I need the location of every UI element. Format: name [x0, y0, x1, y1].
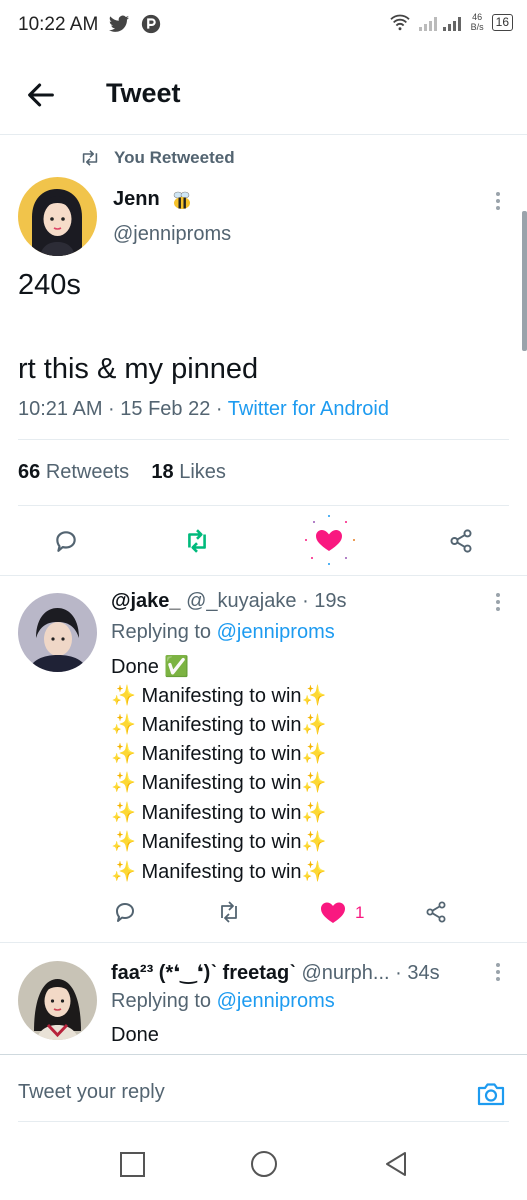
retweet-icon[interactable]: [217, 900, 241, 924]
like-heart-icon-active[interactable]: [320, 901, 346, 925]
divider: [0, 942, 527, 943]
reply-time: · 19s: [302, 590, 347, 612]
like-count: 1: [355, 903, 365, 922]
bee-emoji-icon: [173, 191, 190, 209]
reply-text-line: Done: [111, 1024, 159, 1046]
more-options-icon[interactable]: [494, 592, 502, 612]
tweet-client-link[interactable]: Twitter for Android: [228, 398, 389, 420]
signal-strength-icon: [418, 17, 461, 31]
replying-to: Replying to @jenniproms: [111, 621, 335, 643]
reply-input[interactable]: Tweet your reply: [18, 1081, 165, 1104]
reply-icon[interactable]: [53, 528, 79, 554]
divider: [18, 505, 509, 506]
share-icon[interactable]: [448, 528, 474, 554]
replying-to: Replying to @jenniproms: [111, 990, 335, 1012]
header-divider: [0, 134, 527, 135]
divider: [0, 575, 527, 576]
reply-avatar-image: [18, 961, 97, 1040]
tweet-text-line: rt this & my pinned: [18, 353, 259, 385]
scrollbar[interactable]: [522, 211, 527, 351]
page-title: Tweet: [106, 78, 181, 108]
reply-avatar[interactable]: [18, 593, 97, 672]
battery-indicator: 16: [491, 13, 513, 31]
reply-header: faa²³ (*❛‿❛)ˋ freetagˋ @nurph... · 34s: [111, 960, 440, 985]
author-handle[interactable]: @jenniproms: [113, 223, 231, 246]
reply-text-line: Done ✅: [111, 656, 190, 678]
reply-avatar-image: [18, 593, 97, 672]
tweet-timestamp: 10:21 AM · 15 Feb 22 ·: [18, 398, 228, 420]
reply-text-line: ✨ Manifesting to win✨: [111, 831, 327, 853]
reply-text-line: ✨ Manifesting to win✨: [111, 802, 327, 824]
like-heart-icon-active[interactable]: [296, 512, 362, 568]
more-options-icon[interactable]: [494, 191, 502, 211]
reply-author-name[interactable]: faa²³ (*❛‿❛)ˋ freetagˋ: [111, 962, 296, 984]
back-arrow-icon[interactable]: [24, 78, 58, 112]
reply-author-name[interactable]: @jake_: [111, 590, 181, 612]
tweet-meta: 10:21 AM · 15 Feb 22 · Twitter for Andro…: [18, 398, 389, 421]
reply-text-line: ✨ Manifesting to win✨: [111, 772, 327, 794]
retweeted-indicator: You Retweeted: [80, 148, 235, 168]
author-avatar[interactable]: [18, 177, 97, 256]
retweet-icon-active[interactable]: [184, 528, 210, 554]
app-notification-icon: [141, 14, 161, 34]
reply-author-handle[interactable]: @_kuyajake: [186, 590, 296, 612]
home-button[interactable]: [251, 1151, 277, 1177]
composer-divider: [0, 1054, 527, 1055]
twitter-bird-icon: [108, 15, 130, 32]
reply-text-line: ✨ Manifesting to win✨: [111, 685, 327, 707]
share-icon[interactable]: [424, 900, 448, 924]
tweet-stats: 66 Retweets 18 Likes: [18, 461, 226, 484]
wifi-icon: [389, 14, 410, 31]
tweet-text-line: 240s: [18, 269, 81, 301]
camera-icon[interactable]: [475, 1078, 507, 1110]
bottom-area: [0, 1054, 527, 1200]
network-speed: 46 B/s: [470, 12, 484, 32]
reply-icon[interactable]: [113, 900, 137, 924]
likes-stat[interactable]: 18 Likes: [151, 461, 226, 483]
retweet-small-icon: [82, 150, 98, 166]
author-name[interactable]: Jenn: [113, 188, 160, 211]
divider: [18, 1121, 509, 1122]
more-options-icon[interactable]: [494, 962, 502, 982]
reply-text-line: ✨ Manifesting to win✨: [111, 861, 327, 883]
divider: [18, 439, 509, 440]
retweets-stat[interactable]: 66 Retweets: [18, 461, 129, 483]
reply-header: @jake_ @_kuyajake · 19s: [111, 590, 347, 613]
nav-back-icon[interactable]: [383, 1150, 409, 1178]
replying-to-link[interactable]: @jenniproms: [217, 621, 335, 643]
status-time: 10:22 AM: [18, 14, 99, 35]
reply-text-line: ✨ Manifesting to win✨: [111, 743, 327, 765]
reply-time: · 34s: [395, 962, 440, 984]
reply-text-line: ✨ Manifesting to win✨: [111, 714, 327, 736]
status-icons: 46 B/s 16: [389, 12, 513, 32]
recent-apps-button[interactable]: [120, 1152, 145, 1177]
reply-avatar[interactable]: [18, 961, 97, 1040]
reply-author-handle[interactable]: @nurph...: [301, 962, 389, 984]
replying-to-link[interactable]: @jenniproms: [217, 990, 335, 1012]
author-avatar-image: [18, 177, 97, 256]
